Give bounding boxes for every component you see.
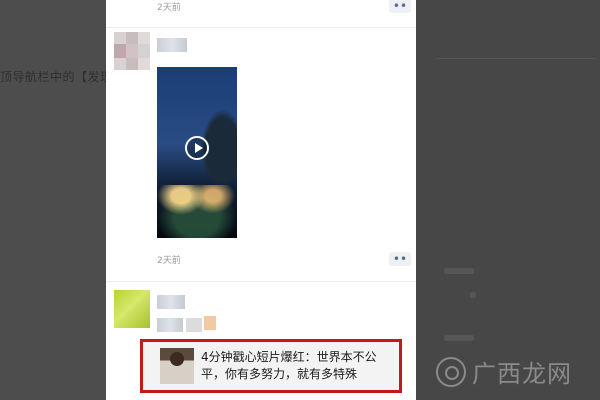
more-dots-icon[interactable]: •• (389, 0, 411, 13)
post-time: 2天前 (157, 2, 181, 13)
moments-feed[interactable]: 2天前 •• 2天前 •• 4分钟戳心短片爆红：世界本不公平，你有多努力，就有多… (106, 0, 416, 400)
watermark-text: 广西龙网 (472, 360, 572, 388)
post-text-blurred (157, 318, 183, 332)
avatar[interactable] (114, 32, 150, 70)
video-thumbnail[interactable] (157, 67, 237, 238)
background-blurred-text (444, 268, 474, 274)
watermark-logo-icon (436, 356, 466, 387)
background-divider (436, 58, 596, 59)
background-blurred-text (470, 292, 476, 298)
username-blurred[interactable] (157, 295, 185, 309)
play-icon[interactable] (185, 136, 209, 160)
emoji-blurred (204, 316, 216, 330)
username-blurred[interactable] (157, 38, 187, 52)
post-meta-row: 2天前 •• (106, 247, 416, 271)
background-right-panel (416, 0, 600, 400)
post-divider (106, 27, 416, 28)
post-divider (106, 281, 416, 282)
background-blurred-text (444, 335, 474, 341)
avatar[interactable] (114, 290, 150, 328)
post-time: 2天前 (157, 255, 181, 266)
watermark: 广西龙网 (436, 354, 572, 389)
more-dots-icon[interactable]: •• (389, 252, 411, 266)
video-scene (157, 185, 237, 238)
shared-article-card[interactable]: 4分钟戳心短片爆红：世界本不公平，你有多努力，就有多特殊 (140, 339, 402, 393)
article-thumbnail (160, 348, 194, 384)
post-text-blurred (186, 318, 202, 332)
background-text: 顶导航栏中的【发现 (0, 70, 113, 84)
article-title: 4分钟戳心短片爆红：世界本不公平，你有多努力，就有多特殊 (201, 350, 377, 381)
post-meta-row: 2天前 •• (106, 0, 416, 18)
